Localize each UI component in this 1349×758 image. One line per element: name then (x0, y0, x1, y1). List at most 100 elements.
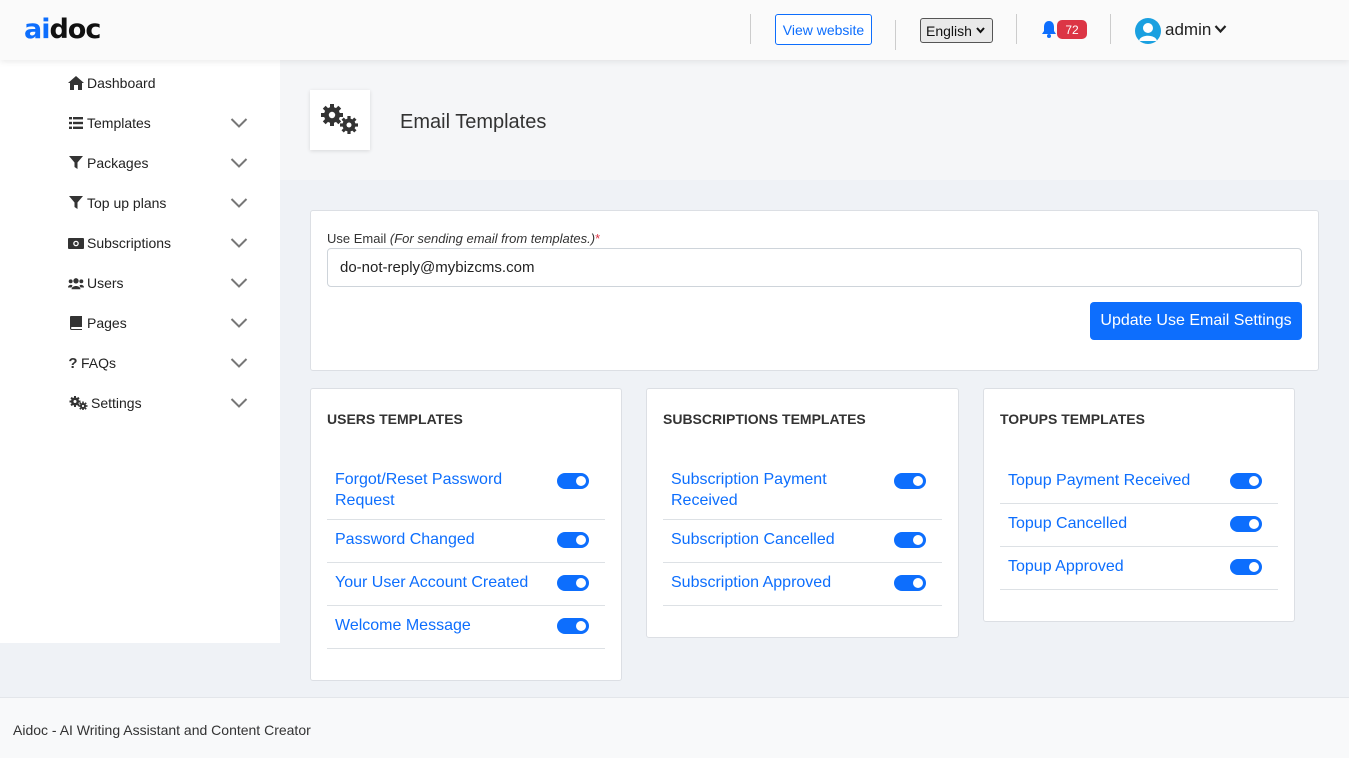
chevron-down-icon[interactable] (230, 117, 248, 129)
filter-icon (68, 156, 84, 170)
sidebar-item-label: Dashboard (87, 75, 156, 91)
chevron-down-icon[interactable] (230, 317, 248, 329)
sidebar-item-packages[interactable]: Packages (68, 151, 250, 175)
template-toggle-switch[interactable] (557, 532, 589, 548)
sidebar-item-settings[interactable]: Settings (68, 391, 250, 415)
sidebar-item-label: Users (87, 275, 124, 291)
use-email-hint: (For sending email from templates.) (389, 231, 596, 246)
list-item: Topup Approved (1000, 547, 1278, 590)
user-avatar-icon (1139, 23, 1157, 41)
sidebar-item-faqs[interactable]: ? FAQs (68, 351, 250, 375)
sidebar-item-label: Subscriptions (87, 235, 172, 251)
card-title: USERS TEMPLATES (327, 411, 463, 427)
users-icon (68, 276, 84, 290)
header-divider (1110, 14, 1111, 44)
subscriptions-templates-card: SUBSCRIPTIONS TEMPLATES Subscription Pay… (646, 388, 959, 638)
chevron-down-icon[interactable] (230, 197, 248, 209)
template-toggle-switch[interactable] (557, 618, 589, 634)
use-email-label: Use Email (For sending email from templa… (327, 231, 600, 246)
chevron-down-icon[interactable] (230, 157, 248, 169)
sidebar-item-subscriptions[interactable]: Subscriptions (68, 231, 250, 255)
sidebar-item-dashboard[interactable]: Dashboard (68, 71, 250, 95)
list-item: Forgot/Reset Password Request (327, 461, 605, 520)
list-item: Subscription Payment Received (663, 461, 942, 520)
header-divider (750, 14, 751, 44)
notification-count-badge[interactable]: 72 (1057, 20, 1087, 39)
sidebar-item-label: Templates (87, 115, 151, 131)
use-email-label-text: Use Email (327, 231, 387, 246)
list-item: Password Changed (327, 520, 605, 563)
template-toggle-switch[interactable] (557, 473, 589, 489)
sidebar-item-label: Packages (87, 155, 149, 171)
template-toggle-switch[interactable] (894, 532, 926, 548)
money-icon (68, 236, 84, 250)
chevron-down-icon (976, 27, 985, 34)
book-icon (68, 316, 84, 330)
list-item: Subscription Cancelled (663, 520, 942, 563)
update-use-email-settings-button[interactable]: Update Use Email Settings (1090, 302, 1302, 340)
gears-icon (68, 396, 88, 410)
home-icon (68, 76, 84, 90)
list-item: Welcome Message (327, 606, 605, 649)
template-toggle-switch[interactable] (557, 575, 589, 591)
logo-text-doc: doc (49, 14, 101, 45)
brand-logo[interactable]: aidoc (24, 14, 101, 45)
top-navbar: aidoc View website English 72 admin (0, 0, 1349, 60)
template-link[interactable]: Subscription Approved (671, 572, 831, 593)
chevron-down-icon[interactable] (1214, 23, 1227, 35)
users-templates-card: USERS TEMPLATES Forgot/Reset Password Re… (310, 388, 622, 681)
avatar[interactable] (1135, 18, 1161, 44)
chevron-down-icon[interactable] (230, 397, 248, 409)
gears-icon (321, 104, 358, 134)
sidebar-item-top-up-plans[interactable]: Top up plans (68, 191, 250, 215)
use-email-input[interactable]: do-not-reply@mybizcms.com (327, 248, 1302, 287)
sidebar-item-label: FAQs (81, 355, 117, 371)
language-select-value: English (926, 22, 972, 39)
required-mark: * (595, 231, 601, 246)
list-item: Topup Payment Received (1000, 461, 1278, 504)
template-link[interactable]: Forgot/Reset Password Request (335, 469, 535, 511)
sidebar-item-label: Settings (91, 395, 142, 411)
template-link[interactable]: Topup Cancelled (1008, 513, 1127, 534)
list-item: Topup Cancelled (1000, 504, 1278, 547)
template-toggle-switch[interactable] (1230, 473, 1262, 489)
user-menu-name[interactable]: admin (1165, 20, 1211, 40)
chevron-down-icon[interactable] (230, 357, 248, 369)
list-item: Subscription Approved (663, 563, 942, 606)
template-link[interactable]: Password Changed (335, 529, 475, 550)
footer: Aidoc - AI Writing Assistant and Content… (0, 697, 1349, 758)
page-title: Email Templates (400, 111, 547, 133)
template-link[interactable]: Welcome Message (335, 615, 471, 636)
bell-icon[interactable] (1041, 20, 1057, 38)
filter-icon (68, 196, 84, 210)
view-website-button[interactable]: View website (775, 14, 872, 45)
sidebar-item-label: Top up plans (87, 195, 167, 211)
chevron-down-icon[interactable] (230, 277, 248, 289)
sidebar-item-label: Pages (87, 315, 127, 331)
header-divider (1016, 14, 1017, 44)
chevron-down-icon[interactable] (230, 237, 248, 249)
template-toggle-switch[interactable] (1230, 516, 1262, 532)
list-icon (68, 116, 84, 130)
card-title: SUBSCRIPTIONS TEMPLATES (663, 411, 866, 427)
sidebar-item-users[interactable]: Users (68, 271, 250, 295)
email-settings-card: Use Email (For sending email from templa… (310, 210, 1319, 371)
template-link[interactable]: Topup Approved (1008, 556, 1124, 577)
template-toggle-switch[interactable] (1230, 559, 1262, 575)
template-link[interactable]: Topup Payment Received (1008, 470, 1190, 491)
footer-text: Aidoc - AI Writing Assistant and Content… (13, 722, 311, 738)
template-toggle-switch[interactable] (894, 473, 926, 489)
sidebar-item-pages[interactable]: Pages (68, 311, 250, 335)
list-item: Your User Account Created (327, 563, 605, 606)
template-link[interactable]: Subscription Cancelled (671, 529, 835, 550)
template-link[interactable]: Subscription Payment Received (671, 469, 851, 511)
card-title: TOPUPS TEMPLATES (1000, 411, 1145, 427)
sidebar-item-templates[interactable]: Templates (68, 111, 250, 135)
language-select[interactable]: English (920, 18, 993, 43)
logo-text-ai: ai (24, 14, 51, 45)
template-link[interactable]: Your User Account Created (335, 572, 528, 593)
page-header-icon-box (310, 90, 370, 150)
template-toggle-switch[interactable] (894, 575, 926, 591)
question-icon: ? (68, 354, 78, 372)
header-divider (895, 20, 896, 50)
